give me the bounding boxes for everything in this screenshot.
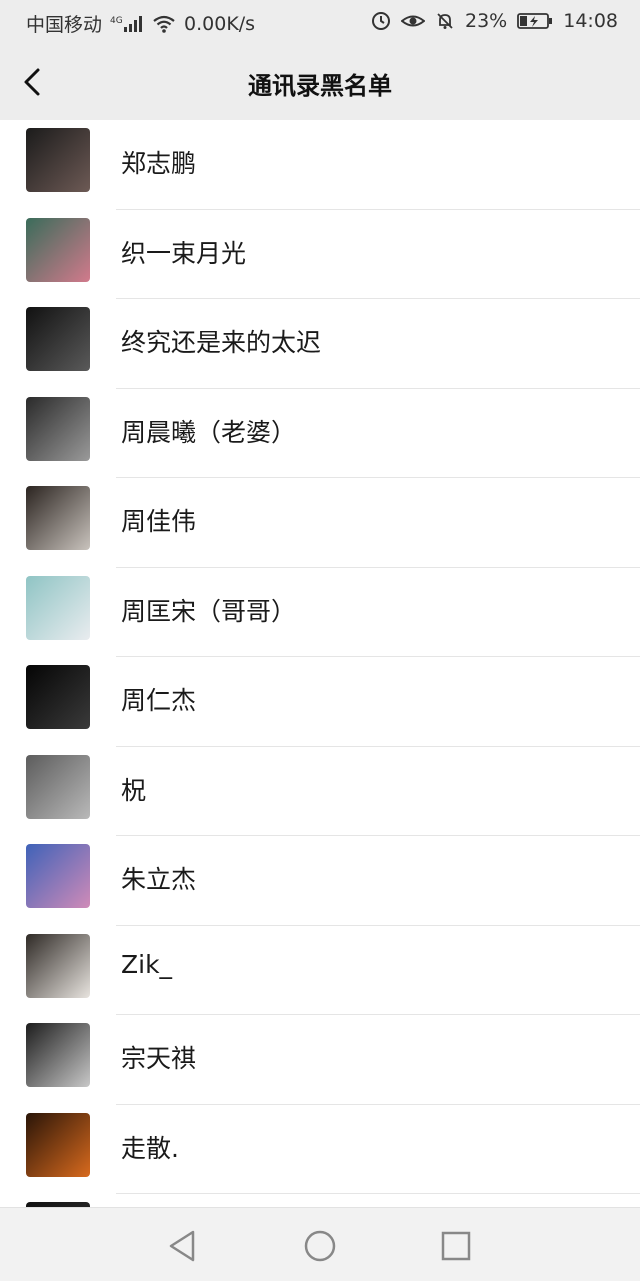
contact-avatar[interactable]: [26, 754, 90, 819]
contact-avatar[interactable]: [26, 217, 90, 282]
status-left: 中国移动 4G 0.00K/s: [26, 10, 255, 37]
clock: 14:08: [563, 10, 618, 32]
contact-avatar[interactable]: [26, 933, 90, 998]
contact-row[interactable]: 周佳伟: [0, 478, 640, 568]
contact-row[interactable]: 周晨曦（老婆）: [0, 389, 640, 478]
contact-avatar[interactable]: [26, 1112, 90, 1177]
mute-bell-icon: [435, 11, 455, 31]
contact-row[interactable]: 周匡宋（哥哥）: [0, 568, 640, 657]
contact-row[interactable]: 织一束月光: [0, 210, 640, 299]
nav-home-button[interactable]: [300, 1226, 340, 1266]
nav-back-button[interactable]: [163, 1226, 203, 1266]
alarm-icon: [371, 11, 391, 31]
contact-name: 柷: [121, 775, 147, 805]
contact-name: 朱立杰: [121, 865, 197, 894]
page-title: 通讯录黑名单: [248, 72, 392, 100]
contact-row[interactable]: 郑志鹏: [0, 120, 640, 210]
battery-charging-icon: [517, 11, 553, 31]
contact-name: 周佳伟: [121, 507, 197, 536]
contact-row[interactable]: 宗天祺: [0, 1015, 640, 1105]
contact-row[interactable]: Zik_: [0, 926, 640, 1015]
contact-name: Zik_: [121, 949, 173, 979]
contact-avatar[interactable]: [26, 307, 90, 371]
contact-row[interactable]: 终究还是来的太迟: [0, 299, 640, 389]
signal-icon: 4G: [110, 14, 144, 34]
contact-name: 周仁杰: [121, 686, 197, 715]
battery-percent: 23%: [465, 10, 508, 32]
contact-row[interactable]: 走散.: [0, 1105, 640, 1194]
status-right: 23% 14:08: [371, 10, 618, 32]
contact-avatar[interactable]: [26, 1023, 90, 1087]
carrier-name: 中国移动: [26, 14, 103, 36]
status-bar: 中国移动 4G 0.00K/s 23% 14:08: [0, 0, 640, 44]
contact-row[interactable]: 柷: [0, 747, 640, 836]
contact-row[interactable]: 朱立杰: [0, 836, 640, 926]
contact-avatar[interactable]: [26, 575, 90, 640]
contact-name: 终究还是来的太迟: [121, 328, 322, 357]
wifi-icon: [152, 14, 176, 34]
contact-avatar[interactable]: [26, 486, 90, 550]
square-recents-icon: [441, 1231, 471, 1261]
contact-name: 织一束月光: [121, 238, 247, 268]
contact-avatar[interactable]: [26, 128, 90, 192]
contact-name: 周匡宋（哥哥）: [121, 596, 297, 626]
network-speed: 0.00K/s: [184, 12, 256, 35]
contact-list[interactable]: 郑志鹏织一束月光终究还是来的太迟 周晨曦（老婆） 周佳伟周匡宋（哥哥） 周仁杰柷朱立杰…: [0, 120, 640, 1207]
contact-avatar[interactable]: [26, 665, 90, 729]
eye-icon: [401, 11, 425, 31]
contact-row[interactable]: 周仁杰: [0, 657, 640, 747]
contact-name: 郑志鹏: [121, 149, 197, 178]
contact-name: 周晨曦（老婆）: [121, 417, 297, 447]
contact-name: 走散.: [121, 1133, 179, 1163]
nav-recents-button[interactable]: [436, 1226, 476, 1266]
system-nav-bar: [0, 1207, 640, 1281]
nav-bar: 通讯录黑名单: [0, 44, 640, 120]
circle-home-icon: [304, 1230, 336, 1262]
triangle-back-icon: [169, 1230, 195, 1262]
contact-avatar[interactable]: [26, 396, 90, 461]
network-type: 4G: [110, 16, 123, 26]
contact-avatar[interactable]: [26, 844, 90, 908]
contact-row[interactable]: [0, 1194, 640, 1207]
contact-name: 宗天祺: [121, 1044, 197, 1073]
